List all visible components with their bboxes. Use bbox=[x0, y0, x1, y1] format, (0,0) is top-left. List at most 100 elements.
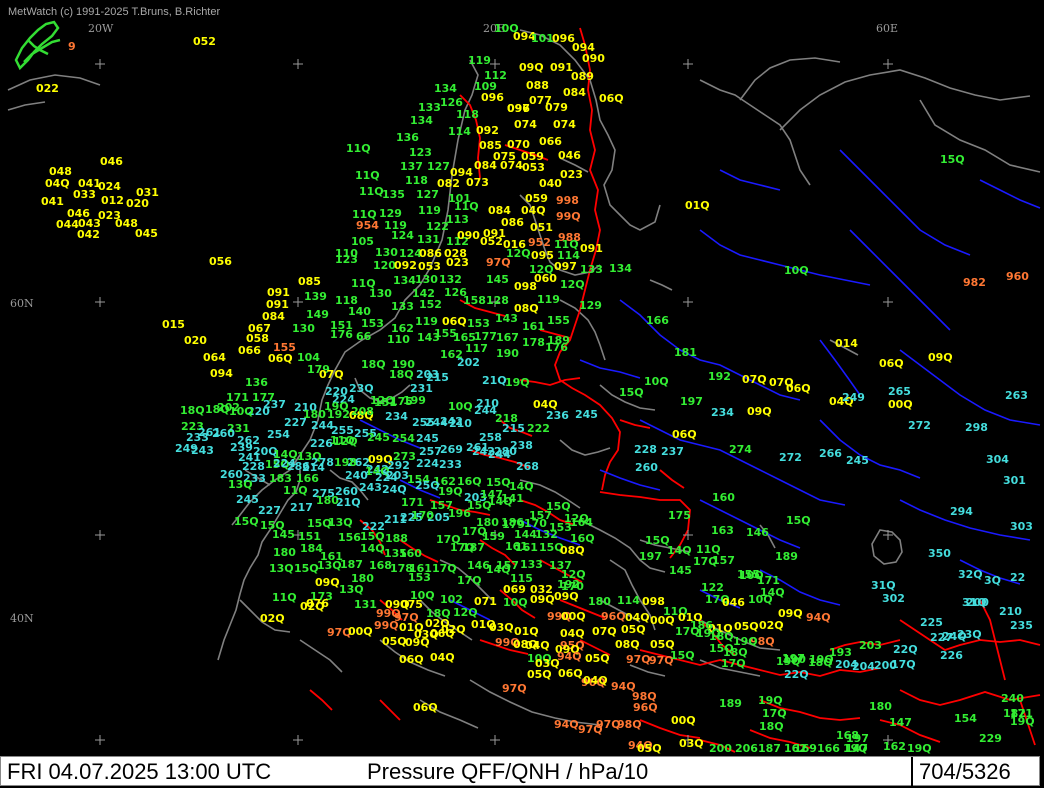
pressure-observation: 127 bbox=[427, 160, 450, 173]
station-count: 704/5326 bbox=[919, 759, 1011, 784]
pressure-observation: 14Q bbox=[360, 542, 385, 555]
pressure-observation: 033 bbox=[73, 188, 96, 201]
pressure-observation: 198 bbox=[334, 456, 357, 469]
pressure-observation: 098 bbox=[514, 280, 537, 293]
pressure-observation: 225 bbox=[920, 616, 943, 629]
pressure-observation: 094 bbox=[210, 367, 233, 380]
pressure-observation: 069 bbox=[503, 583, 526, 596]
pressure-observation: 09Q bbox=[928, 351, 953, 364]
pressure-observation: 265 bbox=[888, 385, 911, 398]
pressure-observation: 08Q bbox=[513, 638, 538, 651]
pressure-observation: 233 bbox=[439, 458, 462, 471]
pressure-observation: 042 bbox=[77, 228, 100, 241]
pressure-observation: 218 bbox=[495, 412, 518, 425]
pressure-observation: 05Q bbox=[527, 668, 552, 681]
pressure-observation: 095 bbox=[531, 249, 554, 262]
pressure-observation: 10Q bbox=[229, 405, 254, 418]
grid-label: 20W bbox=[88, 22, 114, 35]
pressure-observation: 15Q bbox=[670, 649, 695, 662]
pressure-observation: 222 bbox=[527, 422, 550, 435]
pressure-observation: 13Q bbox=[269, 562, 294, 575]
pressure-observation: 015 bbox=[162, 318, 185, 331]
pressure-observation: 084 bbox=[474, 159, 497, 172]
pressure-observation: 10Q bbox=[644, 375, 669, 388]
pressure-observation: 133 bbox=[391, 300, 414, 313]
pressure-observation: 18Q bbox=[389, 368, 414, 381]
pressure-observation: 086 bbox=[419, 247, 442, 260]
pressure-observation: 228 bbox=[634, 443, 657, 456]
pressure-observation: 229 bbox=[979, 732, 1002, 745]
pressure-observation: 092 bbox=[476, 124, 499, 137]
pressure-observation: 097 bbox=[554, 260, 577, 273]
pressure-observation: 04Q bbox=[45, 177, 70, 190]
pressure-observation: 143 bbox=[495, 312, 518, 325]
pressure-observation: 197 bbox=[680, 395, 703, 408]
pressure-observation: 97Q bbox=[486, 256, 511, 269]
pressure-observation: 982 bbox=[963, 276, 986, 289]
pressure-observation: 254 bbox=[392, 432, 415, 445]
pressure-observation: 21Q bbox=[482, 374, 507, 387]
pressure-observation: 06Q bbox=[672, 428, 697, 441]
pressure-observation: 03Q bbox=[489, 621, 514, 634]
pressure-observation: 092 bbox=[394, 259, 417, 272]
pressure-observation: 160 bbox=[399, 547, 422, 560]
pressure-observation: 023 bbox=[560, 168, 583, 181]
pressure-observation: 244 bbox=[425, 416, 448, 429]
pressure-observation: 15Q bbox=[645, 534, 670, 547]
pressure-observation: 040 bbox=[539, 177, 562, 190]
pressure-observation: 192 bbox=[708, 370, 731, 383]
pressure-observation: 303 bbox=[1010, 520, 1033, 533]
pressure-observation: 237 bbox=[263, 398, 286, 411]
datetime-label: FRI 04.07.2025 13:00 UTC bbox=[7, 759, 272, 784]
pressure-observation: 05Q bbox=[621, 623, 646, 636]
pressure-observation: 202 bbox=[457, 356, 480, 369]
grid-label: 60N bbox=[10, 297, 34, 310]
pressure-observation: 18Q bbox=[180, 404, 205, 417]
pressure-observation: 00Q bbox=[888, 398, 913, 411]
pressure-observation: 15Q bbox=[709, 642, 734, 655]
pressure-observation: 11Q bbox=[359, 185, 384, 198]
pressure-observation: 196 bbox=[448, 507, 471, 520]
pressure-observation: 17Q bbox=[457, 574, 482, 587]
pressure-observation: 134 bbox=[434, 82, 457, 95]
pressure-observation: 187 bbox=[758, 742, 781, 755]
pressure-observation: 06Q bbox=[268, 352, 293, 365]
pressure-observation: 145 bbox=[669, 564, 692, 577]
pressure-observation: 203 bbox=[859, 639, 882, 652]
pressure-observation: 19Q bbox=[758, 694, 783, 707]
pressure-observation: 234 bbox=[385, 410, 408, 423]
pressure-observation: 056 bbox=[209, 255, 232, 268]
pressure-observation: 074 bbox=[553, 118, 576, 131]
pressure-observation: 187 bbox=[340, 558, 363, 571]
pressure-observation: 240 bbox=[1001, 692, 1024, 705]
pressure-observation: 13Q bbox=[339, 583, 364, 596]
pressure-observation: 119 bbox=[537, 293, 560, 306]
pressure-observation: 134 bbox=[609, 262, 632, 275]
pressure-observation: 176 bbox=[545, 341, 568, 354]
pressure-observation: 07Q bbox=[319, 368, 344, 381]
pressure-observation: 020 bbox=[184, 334, 207, 347]
pressure-observation: 188 bbox=[385, 532, 408, 545]
pressure-observation: 134 bbox=[393, 274, 416, 287]
pressure-observation: 041 bbox=[41, 195, 64, 208]
pressure-observation: 091 bbox=[550, 61, 573, 74]
pressure-observation: 053 bbox=[418, 260, 441, 273]
pressure-observation: 15Q bbox=[786, 514, 811, 527]
pressure-observation: 085 bbox=[298, 275, 321, 288]
pressure-observation: 09Q bbox=[315, 576, 340, 589]
pressure-observation: 249 bbox=[842, 391, 865, 404]
pressure-observation: 023 bbox=[446, 256, 469, 269]
pressure-observation: 123 bbox=[335, 253, 358, 266]
pressure-observation: 13Q bbox=[228, 478, 253, 491]
pressure-observation: 044 bbox=[56, 218, 79, 231]
pressure-observation: 245 bbox=[236, 493, 259, 506]
pressure-observation: 176 bbox=[330, 328, 353, 341]
pressure-observation: 350 bbox=[928, 547, 951, 560]
pressure-observation: 99Q bbox=[374, 619, 399, 632]
pressure-observation: 204 bbox=[852, 660, 875, 673]
pressure-map[interactable]: 20W 20E 60E 60N 40N 052022904804604Q 0410… bbox=[0, 0, 1044, 788]
pressure-observation: 079 bbox=[545, 101, 568, 114]
pressure-observation: 9 bbox=[68, 40, 76, 53]
pressure-observation: 159 bbox=[482, 530, 505, 543]
pressure-observation: 66 bbox=[356, 330, 372, 343]
